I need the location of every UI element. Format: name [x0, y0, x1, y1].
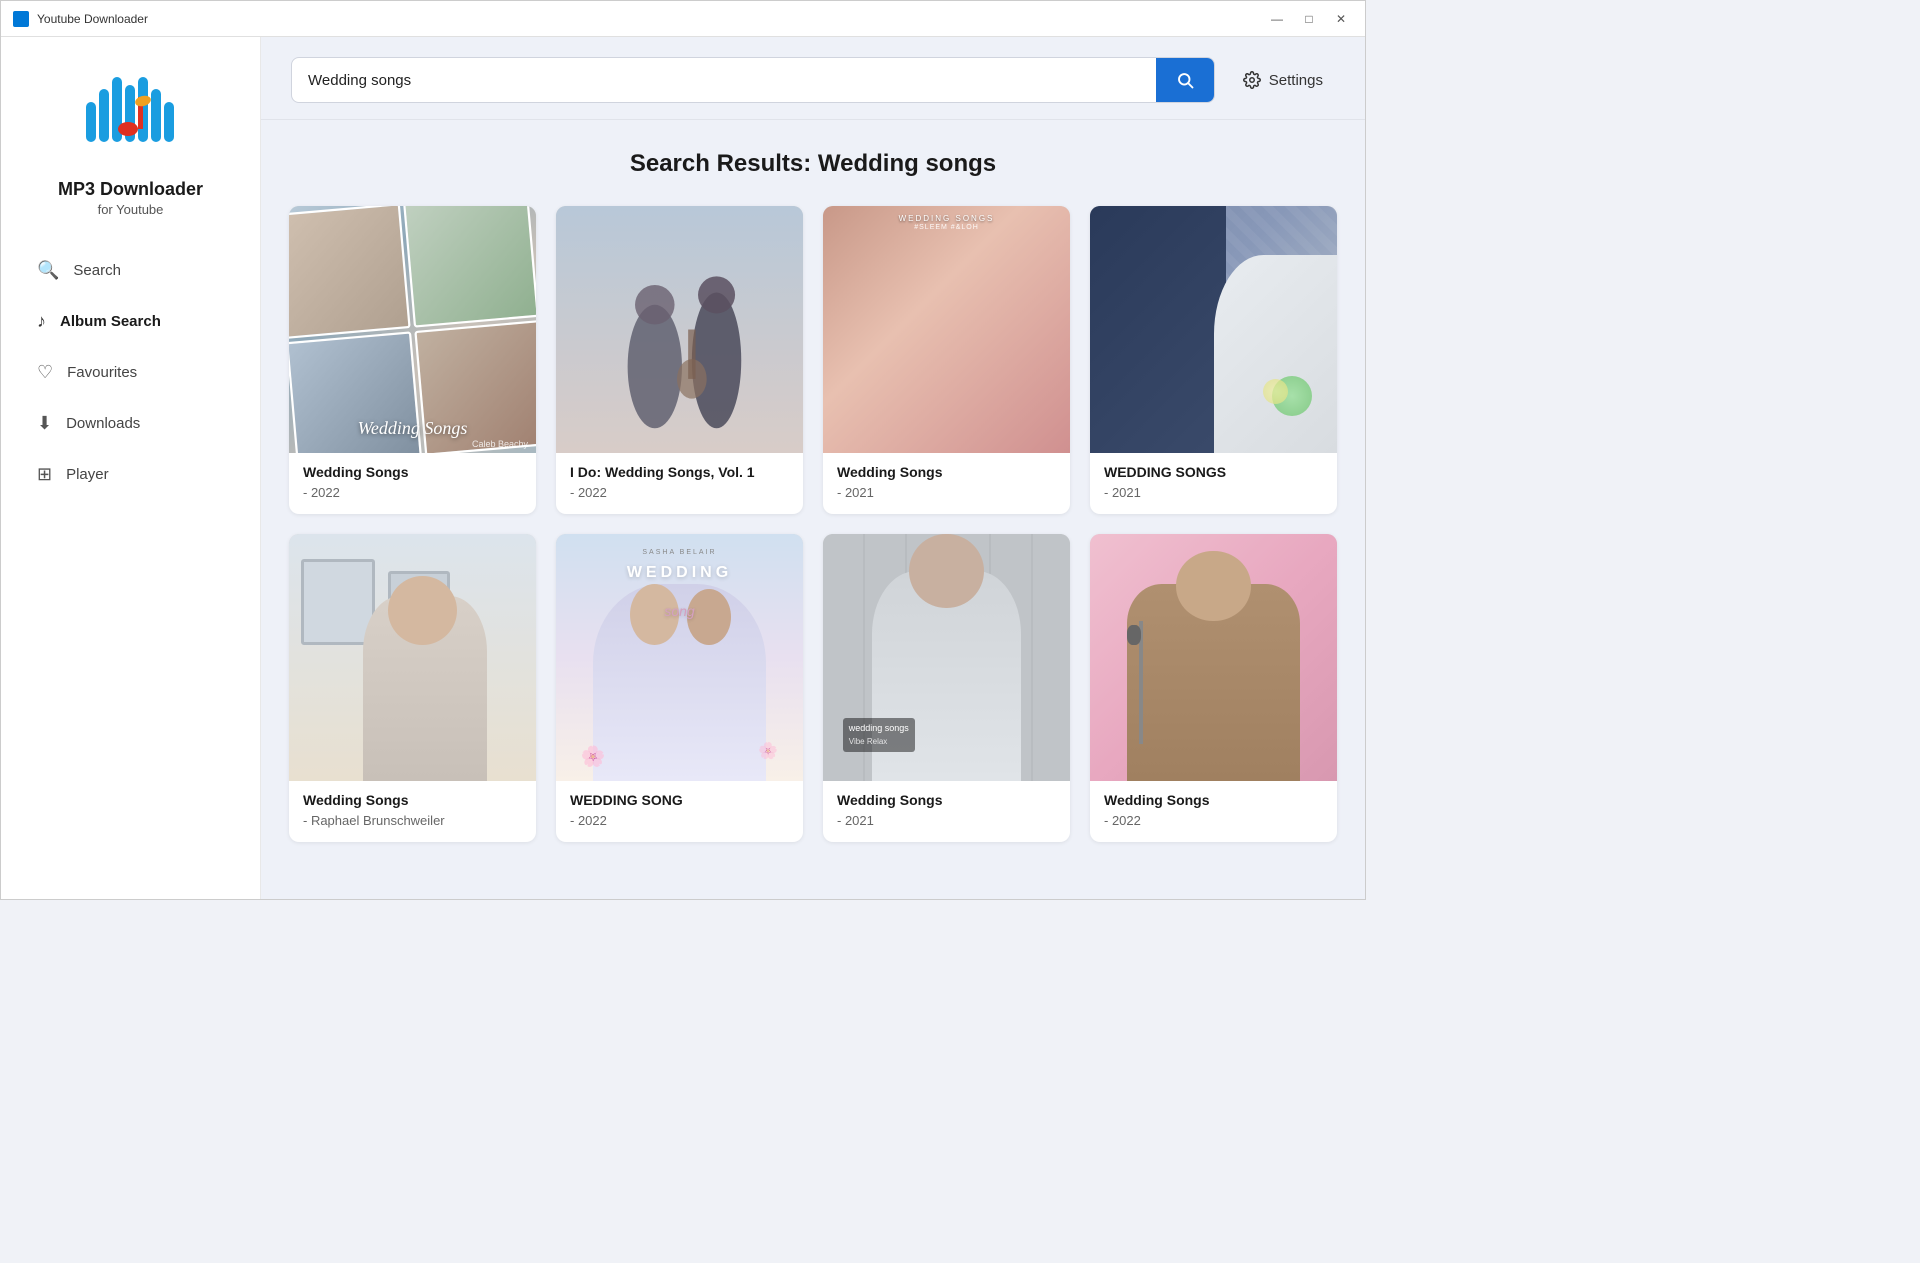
sidebar-item-favourites[interactable]: ♡ Favourites — [17, 349, 244, 396]
sidebar-label-search: Search — [73, 262, 121, 279]
window-controls: — □ ✕ — [1265, 7, 1353, 31]
album-art: WEDDING SONGS #SLEEM #&LOH — [823, 206, 1070, 453]
album-art — [289, 534, 536, 781]
album-meta: - 2022 — [570, 485, 789, 500]
sidebar-label-player: Player — [66, 466, 109, 483]
titlebar-title: Youtube Downloader — [37, 12, 1265, 26]
album-title: I Do: Wedding Songs, Vol. 1 — [570, 463, 789, 481]
sidebar-label-album-search: Album Search — [60, 313, 161, 330]
album-art: wedding songsVibe Relax — [823, 534, 1070, 781]
album-art — [556, 206, 803, 453]
album-meta: - 2021 — [1104, 485, 1323, 500]
settings-label: Settings — [1269, 72, 1323, 89]
sidebar-item-downloads[interactable]: ⬇ Downloads — [17, 400, 244, 447]
album-art — [1090, 206, 1337, 453]
search-input[interactable] — [292, 60, 1156, 101]
results-title: Search Results: Wedding songs — [289, 150, 1337, 178]
close-button[interactable]: ✕ — [1329, 7, 1353, 31]
album-title: Wedding Songs — [303, 463, 522, 481]
album-art: WEDDING song SASHA BELAIR 🌸 🌸 — [556, 534, 803, 781]
sidebar-item-album-search[interactable]: ♪ Album Search — [17, 298, 244, 345]
search-icon — [1176, 71, 1194, 89]
album-meta: - 2021 — [837, 485, 1056, 500]
album-info: Wedding Songs - Raphael Brunschweiler — [289, 781, 536, 828]
album-search-icon: ♪ — [37, 311, 46, 332]
minimize-button[interactable]: — — [1265, 7, 1289, 31]
album-art: Wedding Songs Caleb Beachy — [289, 206, 536, 453]
app-name: MP3 Downloader — [58, 179, 203, 200]
app-subtitle: for Youtube — [98, 202, 164, 217]
search-wrapper — [291, 57, 1215, 103]
app-body: MP3 Downloader for Youtube 🔍 Search ♪ Al… — [1, 37, 1365, 899]
sidebar-label-downloads: Downloads — [66, 415, 140, 432]
logo-icon — [81, 67, 181, 167]
search-button[interactable] — [1156, 58, 1214, 102]
album-card[interactable]: WEDDING SONGS #SLEEM #&LOH Wedding Songs… — [823, 206, 1070, 514]
settings-button[interactable]: Settings — [1231, 63, 1335, 97]
album-title: Wedding Songs — [837, 791, 1056, 809]
album-card[interactable]: Wedding Songs - Raphael Brunschweiler — [289, 534, 536, 842]
app-icon — [13, 11, 29, 27]
album-card[interactable]: I Do: Wedding Songs, Vol. 1 - 2022 — [556, 206, 803, 514]
album-card[interactable]: Wedding Songs Caleb Beachy Wedding Songs… — [289, 206, 536, 514]
nav-list: 🔍 Search ♪ Album Search ♡ Favourites ⬇ D… — [1, 247, 260, 502]
album-card[interactable]: WEDDING SONGS - 2021 — [1090, 206, 1337, 514]
sidebar-item-search[interactable]: 🔍 Search — [17, 247, 244, 294]
favourites-icon: ♡ — [37, 362, 53, 383]
album-title: Wedding Songs — [303, 791, 522, 809]
topbar: Settings — [261, 37, 1365, 120]
sidebar: MP3 Downloader for Youtube 🔍 Search ♪ Al… — [1, 37, 261, 899]
search-icon: 🔍 — [37, 260, 59, 281]
album-info: WEDDING SONGS - 2021 — [1090, 453, 1337, 500]
album-card[interactable]: WEDDING song SASHA BELAIR 🌸 🌸 WEDDING SO… — [556, 534, 803, 842]
sidebar-item-player[interactable]: ⊞ Player — [17, 451, 244, 498]
album-info: Wedding Songs - 2022 — [1090, 781, 1337, 828]
results-grid: Wedding Songs Caleb Beachy Wedding Songs… — [289, 206, 1337, 842]
album-meta: - 2022 — [1104, 813, 1323, 828]
album-art — [1090, 534, 1337, 781]
album-title: Wedding Songs — [837, 463, 1056, 481]
player-icon: ⊞ — [37, 464, 52, 485]
album-info: Wedding Songs - 2022 — [289, 453, 536, 500]
album-meta: - 2021 — [837, 813, 1056, 828]
album-meta: - 2022 — [570, 813, 789, 828]
album-meta: - 2022 — [303, 485, 522, 500]
album-card[interactable]: Wedding Songs - 2022 — [1090, 534, 1337, 842]
album-info: WEDDING SONG - 2022 — [556, 781, 803, 828]
album-card[interactable]: wedding songsVibe Relax Wedding Songs - … — [823, 534, 1070, 842]
titlebar: Youtube Downloader — □ ✕ — [1, 1, 1365, 37]
logo-container: MP3 Downloader for Youtube — [58, 67, 203, 217]
logo-svg — [81, 67, 181, 157]
album-meta: - Raphael Brunschweiler — [303, 813, 522, 828]
gear-icon — [1243, 71, 1261, 89]
main-content: Settings Search Results: Wedding songs W… — [261, 37, 1365, 899]
results-area: Search Results: Wedding songs Wedding So… — [261, 120, 1365, 899]
album-title: WEDDING SONG — [570, 791, 789, 809]
album-info: Wedding Songs - 2021 — [823, 453, 1070, 500]
maximize-button[interactable]: □ — [1297, 7, 1321, 31]
album-info: Wedding Songs - 2021 — [823, 781, 1070, 828]
sidebar-label-favourites: Favourites — [67, 364, 137, 381]
album-info: I Do: Wedding Songs, Vol. 1 - 2022 — [556, 453, 803, 500]
album-title: Wedding Songs — [1104, 791, 1323, 809]
downloads-icon: ⬇ — [37, 413, 52, 434]
album-title: WEDDING SONGS — [1104, 463, 1323, 481]
